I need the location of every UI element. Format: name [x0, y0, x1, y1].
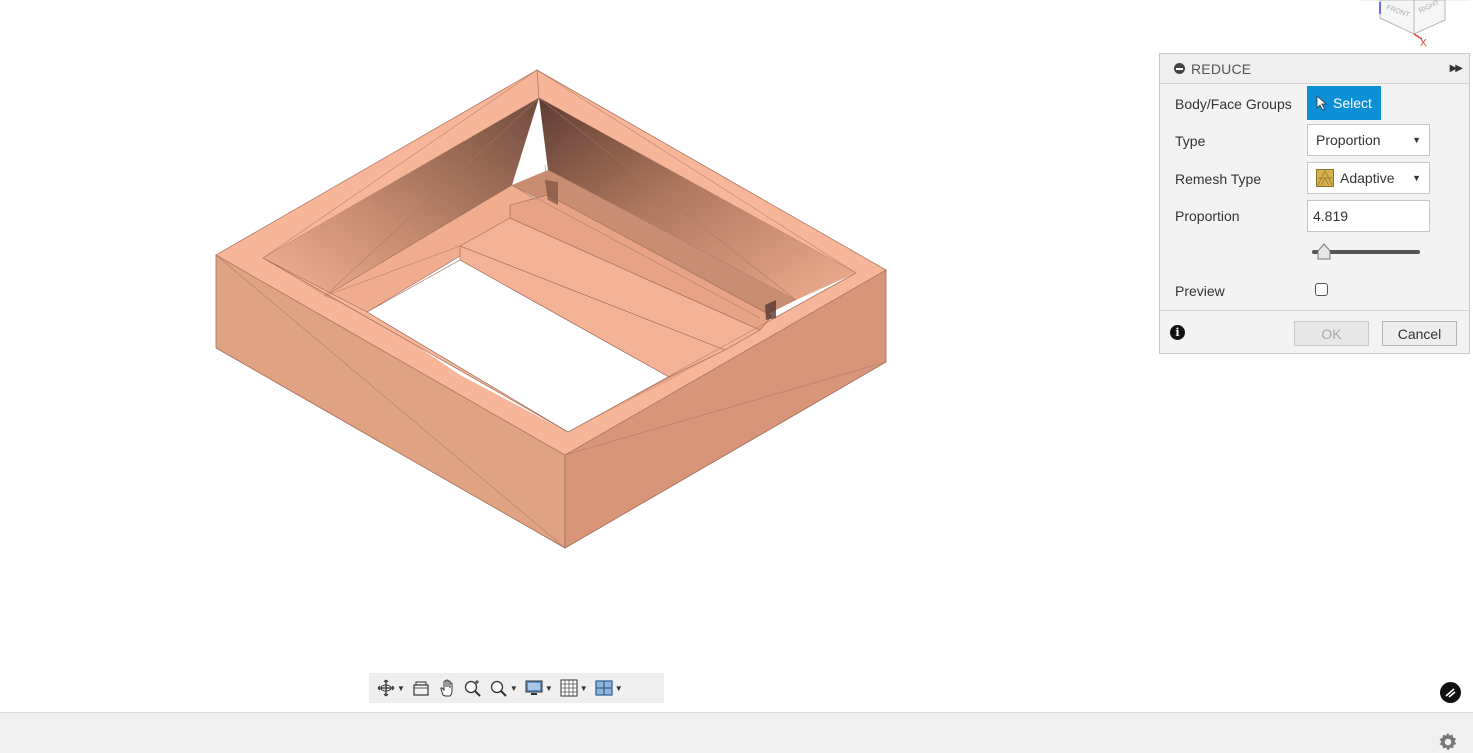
preview-row: Preview: [1175, 283, 1225, 299]
dialog-header: REDUCE ▶▶: [1160, 54, 1469, 84]
display-settings-button[interactable]: ▼: [521, 673, 556, 703]
type-dropdown[interactable]: Proportion ▼: [1307, 124, 1430, 156]
zoom-button[interactable]: [460, 673, 486, 703]
viewports-icon: [595, 680, 613, 696]
body-face-row: Body/Face Groups: [1175, 96, 1292, 112]
proportion-label: Proportion: [1175, 208, 1240, 224]
info-icon[interactable]: i: [1170, 325, 1185, 340]
grid-settings-icon: [560, 679, 578, 697]
pan-icon: [440, 679, 453, 697]
orbit-icon: [377, 679, 395, 697]
axis-x-label: X: [1420, 38, 1427, 49]
cancel-button[interactable]: Cancel: [1382, 321, 1457, 346]
gear-icon[interactable]: [1438, 732, 1458, 752]
cursor-arrow-icon: [1316, 95, 1328, 111]
look-at-button[interactable]: [408, 673, 434, 703]
dialog-title: REDUCE: [1191, 60, 1252, 77]
zoom-icon: [464, 680, 481, 697]
proportion-input[interactable]: [1307, 200, 1430, 232]
select-button-label: Select: [1333, 95, 1372, 111]
type-row: Type: [1175, 133, 1205, 149]
caret-down-icon: ▼: [1412, 135, 1421, 145]
zoom-window-icon: [490, 680, 507, 697]
caret-down-icon[interactable]: ▼: [580, 684, 588, 693]
proportion-row: Proportion: [1175, 208, 1240, 224]
caret-down-icon[interactable]: ▼: [397, 684, 405, 693]
zoom-window-button[interactable]: ▼: [486, 673, 521, 703]
dialog-footer: i OK Cancel: [1160, 310, 1469, 354]
preview-label: Preview: [1175, 283, 1225, 299]
body-face-groups-label: Body/Face Groups: [1175, 96, 1292, 112]
type-dropdown-value: Proportion: [1316, 132, 1381, 148]
caret-down-icon[interactable]: ▼: [545, 684, 553, 693]
preview-checkbox[interactable]: [1315, 283, 1328, 296]
look-at-icon: [413, 681, 429, 696]
navigation-toolbar: ▼ ▼ ▼ ▼ ▼: [369, 673, 664, 703]
chat-icon[interactable]: [1440, 682, 1461, 703]
minus-circle-icon[interactable]: [1174, 63, 1185, 74]
caret-down-icon: ▼: [1412, 173, 1421, 183]
mesh-model[interactable]: [0, 0, 1100, 712]
remesh-row: Remesh Type: [1175, 171, 1261, 187]
remesh-type-dropdown[interactable]: Adaptive ▼: [1307, 162, 1430, 194]
ok-button[interactable]: OK: [1294, 321, 1369, 346]
remesh-dropdown-value: Adaptive: [1340, 170, 1395, 186]
type-label: Type: [1175, 133, 1206, 149]
orbit-button[interactable]: ▼: [373, 673, 408, 703]
caret-down-icon[interactable]: ▼: [615, 684, 623, 693]
viewports-button[interactable]: ▼: [591, 673, 626, 703]
caret-down-icon[interactable]: ▼: [510, 684, 518, 693]
chat-glyph: [1445, 688, 1456, 698]
view-cube[interactable]: FRONT RIGHT X: [1360, 0, 1470, 50]
double-chevron-right-icon[interactable]: ▶▶: [1450, 63, 1463, 74]
remesh-type-label: Remesh Type: [1175, 171, 1262, 187]
grid-settings-button[interactable]: ▼: [556, 673, 591, 703]
adaptive-mesh-icon: [1316, 169, 1334, 187]
reduce-dialog: REDUCE ▶▶ Body/Face Groups Select Type P…: [1159, 53, 1470, 354]
select-button[interactable]: Select: [1307, 86, 1381, 120]
slider-thumb[interactable]: [1317, 243, 1331, 260]
display-settings-icon: [525, 680, 543, 695]
bottom-status-bar: [0, 712, 1473, 753]
pan-button[interactable]: [434, 673, 460, 703]
